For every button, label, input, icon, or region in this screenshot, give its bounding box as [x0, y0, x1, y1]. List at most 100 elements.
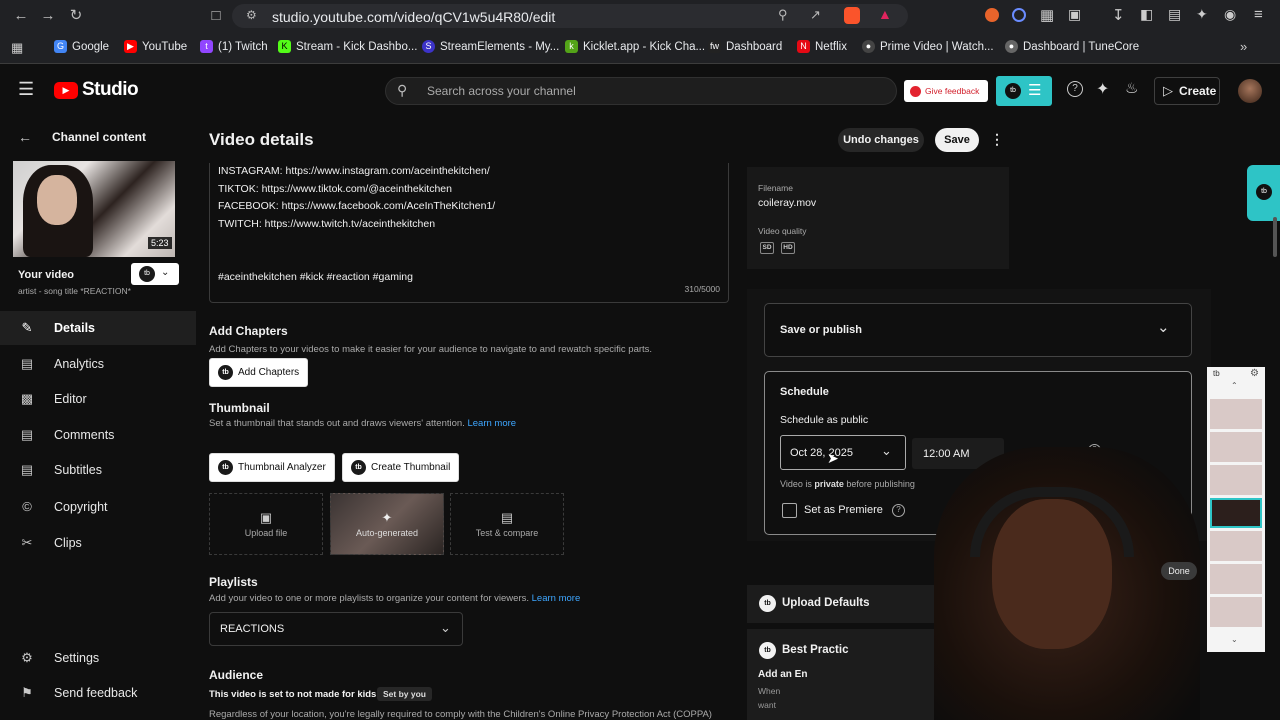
auto-generated-thumbnail-option[interactable]: ✦ Auto-generated — [330, 493, 444, 555]
strip-thumbnail[interactable] — [1210, 432, 1262, 462]
description-line: INSTAGRAM: https://www.instagram.com/ace… — [218, 165, 490, 177]
extension-icon-2[interactable] — [1012, 8, 1026, 22]
brave-shield-icon[interactable] — [844, 7, 860, 24]
extension-logo-icon: tb — [759, 595, 776, 612]
extensions-puzzle-icon[interactable]: ▦ — [1040, 6, 1054, 24]
address-bar[interactable]: ⚙ studio.youtube.com/video/qCV1w5u4R80/e… — [232, 4, 908, 28]
playlists-learn-more-link[interactable]: Learn more — [532, 593, 581, 604]
sidebar-item-comments[interactable]: ▤ Comments — [0, 418, 196, 452]
sidebar-item-analytics[interactable]: ▤ Analytics — [0, 347, 196, 381]
thumbnail-list[interactable] — [1210, 399, 1262, 630]
bookmark-twitch[interactable]: t (1) Twitch — [200, 40, 268, 53]
leo-ai-icon[interactable]: ✦ — [1196, 6, 1208, 23]
create-video-icon: ▷ — [1163, 83, 1173, 98]
strip-thumbnail[interactable] — [1210, 597, 1262, 627]
sidebar-item-editor[interactable]: ▩ Editor — [0, 382, 196, 416]
premiere-checkbox[interactable] — [782, 503, 797, 518]
sidebar-item-copyright[interactable]: © Copyright — [0, 490, 196, 524]
extension-side-tab[interactable]: tb — [1247, 165, 1280, 221]
bookmark-kick-dashboard[interactable]: K Stream - Kick Dashbo... — [278, 40, 417, 53]
bookmark-streamelements[interactable]: S StreamElements - My... — [422, 40, 559, 53]
premiere-label: Set as Premiere — [804, 504, 883, 516]
extension-video-dropdown[interactable]: tb ⌄ — [131, 263, 179, 285]
undo-changes-button[interactable]: Undo changes — [838, 128, 924, 152]
feedback-logo-icon — [910, 85, 921, 97]
bookmark-star-icon[interactable]: □ — [206, 6, 226, 26]
channel-content-back-link[interactable]: ← Channel content — [18, 129, 146, 145]
back-icon[interactable]: ← — [11, 6, 31, 26]
upload-thumbnail-option[interactable]: ▣ Upload file — [209, 493, 323, 555]
reload-icon[interactable]: ↻ — [66, 6, 86, 26]
sidebar-toggle-icon[interactable]: ◧ — [1140, 6, 1153, 23]
brave-rewards-icon[interactable]: ▲ — [878, 6, 892, 22]
create-thumbnail-button[interactable]: tb Create Thumbnail — [342, 453, 460, 482]
wallet-icon[interactable]: ◉ — [1224, 6, 1236, 23]
sidebar-item-clips[interactable]: ✂ Clips — [0, 526, 196, 560]
site-info-icon[interactable]: ⚙ — [246, 8, 257, 22]
sparkle-icon[interactable]: ✦ — [1096, 79, 1109, 99]
apps-grid-icon[interactable]: ▦ — [11, 40, 23, 56]
add-chapters-button[interactable]: tb Add Chapters — [209, 358, 309, 387]
share-icon[interactable]: ↗ — [810, 7, 821, 23]
bookmark-youtube[interactable]: ▶ YouTube — [124, 40, 187, 53]
thumbnail-learn-more-link[interactable]: Learn more — [467, 418, 516, 429]
extension-logo-icon: tb — [218, 365, 233, 380]
chevron-down-icon[interactable]: ⌄ — [1231, 635, 1238, 644]
playlist-select[interactable]: REACTIONS ⌄ — [209, 612, 463, 646]
forward-icon[interactable]: → — [38, 6, 58, 26]
sidebar-item-details[interactable]: ✎ Details — [0, 311, 196, 345]
account-avatar[interactable] — [1238, 79, 1262, 103]
schedule-date-picker[interactable]: Oct 28, 2025 ⌄ — [780, 435, 906, 470]
bookmark-netflix[interactable]: N Netflix — [797, 40, 847, 53]
extension-icon-3[interactable]: ▣ — [1068, 6, 1081, 23]
extension-icon-1[interactable] — [985, 8, 999, 22]
thumbnail-analyzer-button[interactable]: tb Thumbnail Analyzer — [209, 453, 335, 482]
bookmark-kicklet[interactable]: k Kicklet.app - Kick Cha... — [565, 40, 705, 53]
give-feedback-button[interactable]: Give feedback — [904, 80, 988, 102]
premiere-help-icon[interactable]: ? — [892, 504, 905, 517]
more-options-icon[interactable]: ⋮ — [990, 131, 1004, 148]
strip-thumbnail[interactable] — [1210, 399, 1262, 429]
page-scrollbar[interactable] — [1273, 217, 1277, 257]
more-bookmarks-icon[interactable]: » — [1240, 39, 1247, 54]
bookmark-google[interactable]: G Google — [54, 40, 109, 53]
schedule-title: Schedule — [780, 386, 829, 398]
strip-thumbnail[interactable] — [1210, 465, 1262, 495]
bookmark-tunecore[interactable]: ● Dashboard | TuneCore — [1005, 40, 1139, 53]
studio-header: ☰ ▶ Studio ⚲ Search across your channel … — [0, 65, 1280, 117]
editor-icon: ▩ — [20, 391, 34, 406]
extension-menu-button[interactable]: tb ☰ — [996, 76, 1052, 106]
playlists-subtitle: Add your video to one or more playlists … — [209, 593, 581, 604]
chevron-up-icon[interactable]: ⌃ — [1231, 381, 1238, 390]
studio-logo[interactable]: ▶ Studio — [54, 79, 139, 101]
help-icon[interactable]: ? — [1067, 81, 1083, 97]
save-or-publish-option[interactable]: Save or publish ⌄ — [764, 303, 1192, 357]
search-bar[interactable]: ⚲ Search across your channel — [385, 77, 897, 105]
bookmark-prime-video[interactable]: ● Prime Video | Watch... — [862, 40, 994, 53]
notifications-bell-icon[interactable]: ♨ — [1125, 79, 1138, 97]
zoom-icon[interactable]: ⚲ — [778, 7, 788, 23]
menu-icon[interactable]: ≡ — [1254, 6, 1263, 23]
strip-thumbnail[interactable] — [1210, 564, 1262, 594]
description-field[interactable]: INSTAGRAM: https://www.instagram.com/ace… — [209, 163, 729, 303]
hamburger-menu-icon[interactable]: ☰ — [18, 80, 34, 98]
strip-thumbnail-selected[interactable] — [1210, 498, 1262, 528]
video-thumbnail[interactable]: 5:23 — [13, 161, 175, 257]
strip-thumbnail[interactable] — [1210, 531, 1262, 561]
download-icon[interactable]: ↧ — [1112, 6, 1125, 24]
tab-icon[interactable]: ▤ — [1168, 6, 1181, 23]
search-input[interactable]: Search across your channel — [427, 84, 576, 98]
sidebar-item-settings[interactable]: ⚙ Settings — [0, 641, 196, 675]
save-button[interactable]: Save — [935, 128, 979, 152]
bookmark-dashboard[interactable]: fw Dashboard — [708, 40, 782, 53]
settings-gear-icon[interactable]: ⚙ — [1250, 368, 1259, 379]
bookmarks-bar: ▦ G Google ▶ YouTube t (1) Twitch K Stream -… — [0, 32, 1280, 64]
sidebar-item-send-feedback[interactable]: ⚑ Send feedback — [0, 676, 196, 710]
sidebar-item-subtitles[interactable]: ▤ Subtitles — [0, 453, 196, 487]
done-button[interactable]: Done — [1161, 562, 1197, 580]
thumbnail-face-shape — [37, 175, 77, 225]
test-and-compare-option[interactable]: ▤ Test & compare — [450, 493, 564, 555]
chevron-down-icon: ⌄ — [881, 443, 892, 458]
create-button[interactable]: ▷ Create — [1154, 77, 1220, 105]
description-line: FACEBOOK: https://www.facebook.com/AceIn… — [218, 200, 496, 212]
